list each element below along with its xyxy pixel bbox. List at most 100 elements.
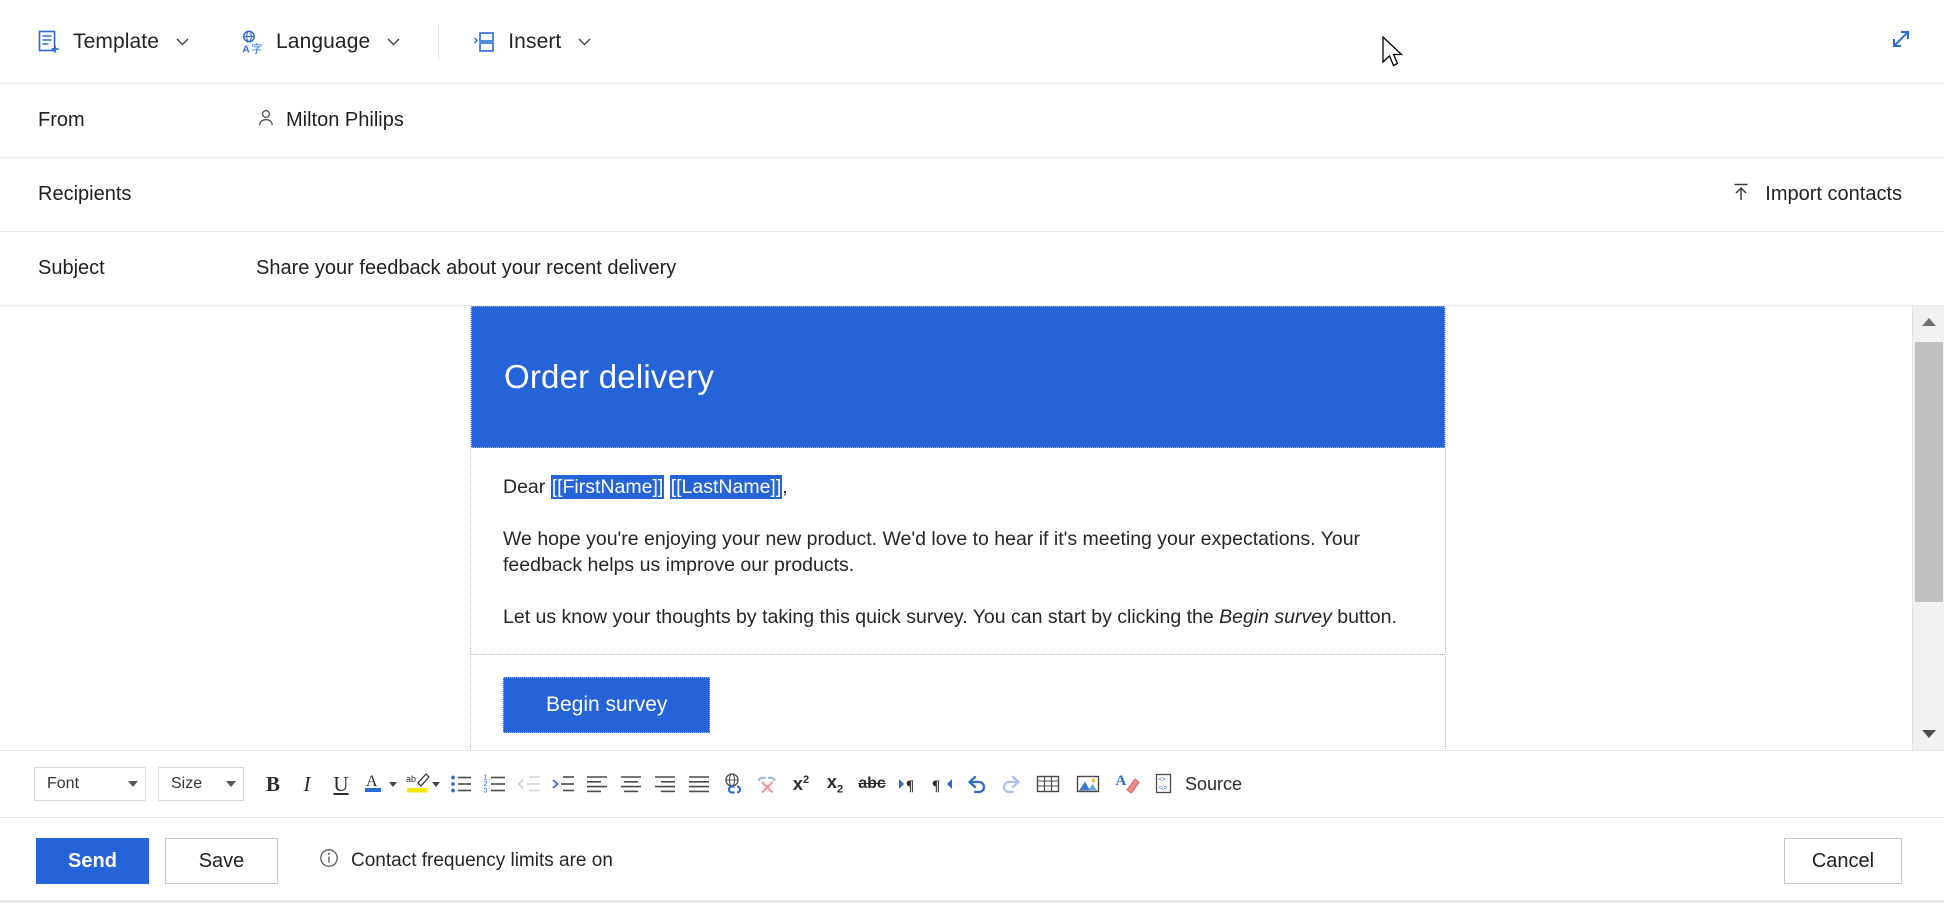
subscript-button[interactable]: x2 [818,767,852,801]
increase-indent-icon [551,773,575,795]
align-right-button[interactable] [648,767,682,801]
text-direction-rtl-button[interactable]: ¶ [926,767,960,801]
decrease-indent-button[interactable] [512,767,546,801]
subscript-icon: x2 [827,772,843,796]
font-size-select[interactable]: Size [158,767,244,801]
template-menu-button[interactable]: Template [26,17,201,67]
svg-text:字: 字 [251,41,262,55]
upload-icon [1730,181,1752,209]
highlight-icon: ab [404,769,432,800]
lastname-token[interactable]: [[LastName]] [670,475,783,499]
send-button[interactable]: Send [36,838,149,884]
from-label: From [0,109,256,132]
numbered-list-icon: 1 2 3 [483,773,507,795]
scroll-up-arrow-icon[interactable] [1913,306,1944,338]
cancel-button[interactable]: Cancel [1784,838,1902,884]
redo-button[interactable] [994,767,1028,801]
text-color-button[interactable]: A [358,767,392,801]
token-space [664,476,669,498]
image-icon [1075,773,1101,795]
email-scroll-area[interactable]: Order delivery Dear [[FirstName]] [[Last… [0,306,1912,750]
underline-button[interactable]: U [324,767,358,801]
decrease-indent-icon [517,773,541,795]
subject-label: Subject [0,257,256,280]
bulleted-list-button[interactable] [444,767,478,801]
scroll-down-arrow-icon[interactable] [1913,718,1944,750]
save-button[interactable]: Save [165,838,278,884]
subject-input[interactable]: Share your feedback about your recent de… [256,257,676,280]
from-row: From Milton Philips [0,84,1944,158]
contact-frequency-label: Contact frequency limits are on [351,850,613,872]
insert-table-button[interactable] [1028,767,1068,801]
email-banner[interactable]: Order delivery [471,306,1445,448]
undo-icon [964,772,990,796]
import-contacts-button[interactable]: Import contacts [1730,181,1902,209]
align-justify-button[interactable] [682,767,716,801]
chevron-down-icon [174,33,191,50]
email-template[interactable]: Order delivery Dear [[FirstName]] [[Last… [470,306,1446,750]
table-icon [1035,773,1061,795]
italic-button[interactable]: I [290,767,324,801]
ltr-icon: ¶ [896,773,922,795]
email-paragraph-2: Let us know your thoughts by taking this… [503,604,1413,630]
from-value[interactable]: Milton Philips [256,108,404,134]
bold-button[interactable]: B [256,767,290,801]
svg-text:ab: ab [406,774,416,784]
text-direction-ltr-button[interactable]: ¶ [892,767,926,801]
template-icon [36,29,62,55]
recipients-row: Recipients Import contacts [0,158,1944,232]
scroll-thumb[interactable] [1915,342,1943,602]
svg-text:<>: <> [1159,777,1167,783]
align-center-button[interactable] [614,767,648,801]
svg-text:¶: ¶ [906,778,914,794]
begin-survey-button[interactable]: Begin survey [503,677,710,733]
paragraph2-emphasis: Begin survey [1219,606,1332,628]
bold-icon: B [266,772,280,797]
insert-menu-button[interactable]: Insert [461,17,603,67]
font-family-select[interactable]: Font [34,767,146,801]
insert-image-button[interactable] [1068,767,1108,801]
strikethrough-button[interactable]: abc [852,767,892,801]
editor-vertical-scrollbar[interactable] [1912,306,1944,750]
undo-button[interactable] [960,767,994,801]
firstname-token[interactable]: [[FirstName]] [551,475,665,499]
source-icon: <> </> [1152,772,1178,796]
svg-text:</>: </> [1159,786,1168,792]
contact-frequency-note: Contact frequency limits are on [318,847,613,875]
insert-menu-label: Insert [508,30,561,54]
align-left-icon [585,773,609,795]
svg-text:A: A [366,773,378,790]
email-banner-title: Order delivery [504,358,714,396]
insert-icon [471,29,497,55]
align-left-button[interactable] [580,767,614,801]
person-icon [256,108,276,134]
info-icon[interactable] [318,847,340,875]
font-size-value: Size [171,775,202,793]
font-family-value: Font [47,775,79,793]
source-button[interactable]: <> </> Source [1152,772,1242,796]
language-icon: A 字 [239,29,265,55]
paragraph2-post: button. [1332,606,1397,628]
language-menu-button[interactable]: A 字 Language [229,17,412,67]
superscript-icon: x2 [793,774,809,795]
svg-text:¶: ¶ [932,778,940,794]
svg-text:A: A [242,43,250,55]
svg-text:3: 3 [484,788,488,795]
numbered-list-button[interactable]: 1 2 3 [478,767,512,801]
increase-indent-button[interactable] [546,767,580,801]
chevron-down-icon [226,781,236,787]
expand-editor-button[interactable] [1884,25,1918,59]
superscript-button[interactable]: x2 [784,767,818,801]
email-greeting: Dear [[FirstName]] [[LastName]], [503,474,1413,500]
subject-row: Subject Share your feedback about your r… [0,232,1944,306]
highlight-color-button[interactable]: ab [401,767,435,801]
remove-link-button[interactable] [750,767,784,801]
insert-link-button[interactable] [716,767,750,801]
source-label: Source [1185,774,1242,795]
email-body[interactable]: Dear [[FirstName]] [[LastName]], We hope… [471,448,1445,655]
recipients-label: Recipients [0,183,256,206]
toolbar-divider [438,25,439,59]
email-cta-cell: Begin survey [471,655,1445,750]
italic-icon: I [304,772,311,797]
remove-format-button[interactable]: A [1108,767,1148,801]
